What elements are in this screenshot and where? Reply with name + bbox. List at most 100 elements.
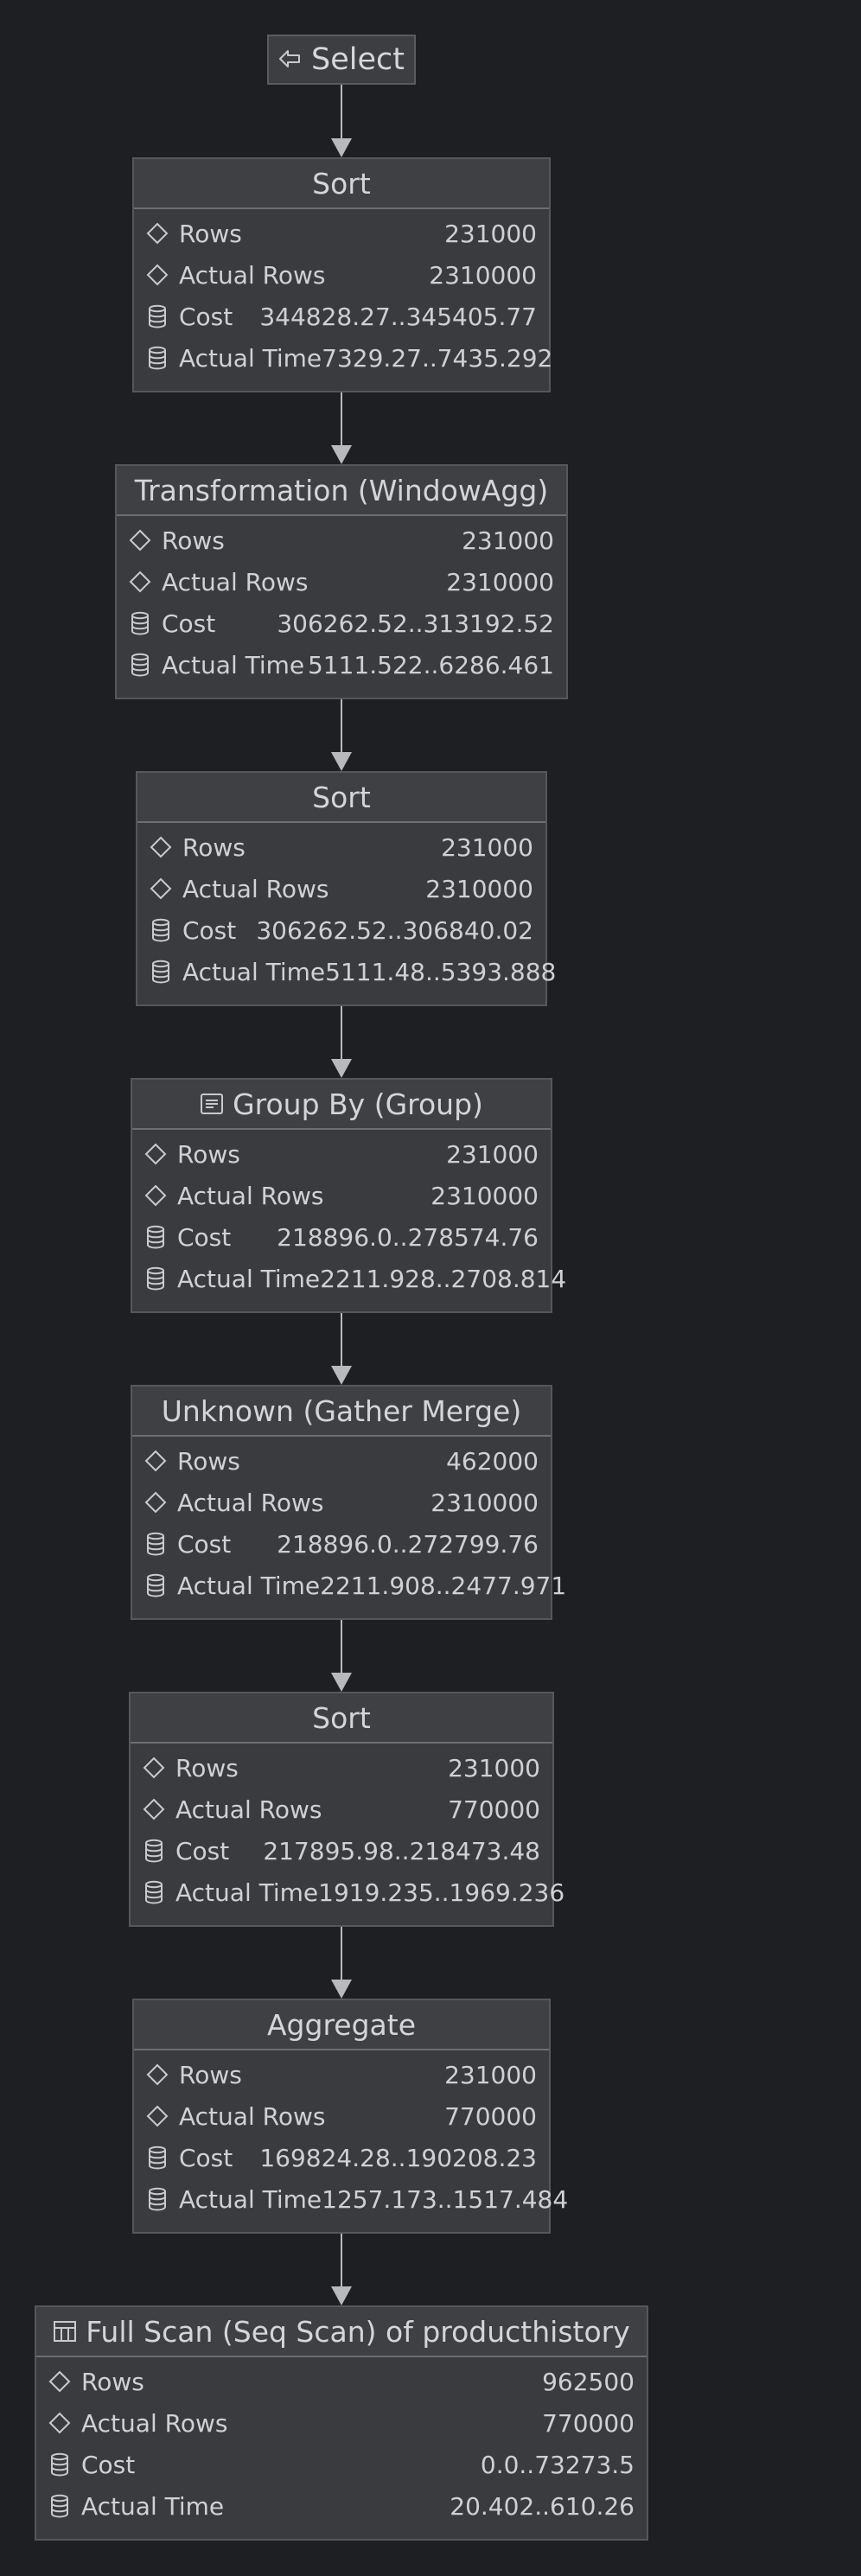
plan-node-sort-1[interactable]: Sort Rows 231000 Actual Rows 2310000 Cost 3448… — [132, 157, 552, 392]
database-icon — [143, 1224, 169, 1250]
stat-row: Cost 306262.52..306840.02 — [148, 909, 533, 951]
plan-node-title: Full Scan (Seq Scan) of producthistory — [86, 2314, 630, 2349]
plan-node-header: Unknown (Gather Merge) — [132, 1387, 551, 1437]
stat-row: Actual Time 1919.235..1969.236 — [141, 1871, 564, 1913]
plan-node-header: Aggregate — [134, 2000, 549, 2050]
stat-label-group: Rows — [127, 526, 225, 555]
stat-label: Rows — [81, 2367, 144, 2396]
database-icon — [47, 2493, 73, 2519]
stat-label: Actual Time — [81, 2491, 225, 2521]
stat-label-group: Actual Time — [143, 1265, 320, 1293]
stat-label-group: Actual Time — [148, 958, 325, 986]
stat-value: 962500 — [542, 2367, 635, 2396]
stat-value: 218896.0..278574.76 — [277, 1222, 539, 1252]
stat-label: Cost — [81, 2450, 136, 2479]
edge-arrowhead — [331, 1673, 352, 1692]
plan-node-seq-scan[interactable]: Full Scan (Seq Scan) of producthistory Ro… — [35, 2305, 648, 2541]
stat-value: 2310000 — [446, 567, 554, 596]
stat-label: Cost — [175, 1836, 230, 1865]
stat-value: 231000 — [441, 832, 533, 862]
plan-node-group-by[interactable]: Group By (Group) Rows 231000 Actual Rows 231… — [131, 1078, 566, 1313]
stat-value: 2211.928..2708.814 — [320, 1264, 567, 1293]
stat-label: Actual Rows — [162, 567, 309, 596]
diamond-icon — [144, 2103, 170, 2129]
stat-label: Actual Rows — [179, 260, 326, 290]
diamond-icon — [127, 569, 153, 595]
diamond-icon — [148, 876, 174, 902]
database-icon — [144, 2186, 170, 2212]
stat-value: 217895.98..218473.48 — [263, 1836, 540, 1865]
stat-label-group: Cost — [148, 916, 236, 945]
stat-label-group: Cost — [127, 609, 215, 638]
plan-node-header: Sort — [134, 159, 549, 209]
stat-label-group: Actual Rows — [143, 1489, 323, 1517]
plan-node-windowagg[interactable]: Transformation (WindowAgg) Rows 231000 Actu… — [115, 464, 568, 699]
select-arrow-icon — [278, 46, 301, 74]
plan-node-stats: Rows 231000 Actual Rows 2310000 Cost 306262.5… — [117, 516, 566, 689]
stat-value: 306262.52..306840.02 — [256, 915, 533, 945]
stat-row: Cost 169824.28..190208.23 — [144, 2137, 537, 2178]
plan-node-gather-merge[interactable]: Unknown (Gather Merge) Rows 462000 Actual R… — [131, 1385, 566, 1620]
stat-row: Cost 344828.27..345405.77 — [144, 296, 537, 337]
plan-node-stats: Rows 231000 Actual Rows 2310000 Cost 344828.2… — [134, 209, 552, 382]
stat-label-group: Actual Time — [144, 344, 322, 373]
stat-value: 2310000 — [429, 260, 537, 290]
stat-value: 2310000 — [425, 874, 533, 903]
stat-row: Actual Rows 770000 — [47, 2402, 635, 2444]
plan-node-stats: Rows 231000 Actual Rows 770000 Cost 169824.28… — [134, 2050, 568, 2223]
diamond-icon — [47, 2410, 73, 2436]
stat-label-group: Rows — [141, 1754, 239, 1782]
stat-value: 1257.173..1517.484 — [322, 2184, 569, 2214]
stat-label: Actual Time — [179, 343, 322, 373]
stat-label-group: Cost — [141, 1837, 229, 1865]
stat-value: 218896.0..272799.76 — [277, 1529, 539, 1559]
stat-label-group: Cost — [143, 1530, 231, 1559]
stat-label: Actual Time — [162, 650, 305, 679]
plan-node-stats: Rows 231000 Actual Rows 2310000 Cost 306262.5… — [137, 823, 556, 996]
plan-node-title: Sort — [312, 1700, 371, 1735]
plan-node-stats: Rows 231000 Actual Rows 770000 Cost 217895.98… — [131, 1744, 564, 1916]
stat-label: Actual Time — [179, 2184, 322, 2214]
edge-arrowhead — [331, 752, 352, 771]
plan-node-aggregate[interactable]: Aggregate Rows 231000 Actual Rows 770000 Cost… — [132, 1999, 568, 2234]
stat-row: Actual Time 2211.908..2477.971 — [143, 1565, 566, 1606]
database-icon — [148, 917, 174, 943]
diamond-icon — [143, 1448, 169, 1474]
plan-node-title: Unknown (Gather Merge) — [161, 1393, 522, 1428]
plan-node-sort-3[interactable]: Sort Rows 231000 Actual Rows 770000 Cost 21789… — [129, 1692, 564, 1927]
stat-value: 770000 — [448, 1795, 540, 1824]
diamond-icon — [143, 1183, 169, 1208]
plan-node-title: Aggregate — [266, 2007, 417, 2042]
stat-row: Rows 962500 — [47, 2361, 635, 2402]
diamond-icon — [143, 1489, 169, 1515]
stat-row: Actual Time 1257.173..1517.484 — [144, 2178, 568, 2220]
stat-value: 7329.27..7435.292 — [322, 343, 553, 373]
stat-label-group: Rows — [47, 2368, 144, 2396]
database-icon — [127, 610, 153, 636]
select-node[interactable]: Select — [267, 35, 416, 85]
group-list-icon — [200, 1093, 224, 1115]
stat-label: Cost — [182, 915, 237, 945]
stat-row: Rows 231000 — [141, 1747, 540, 1789]
stat-row: Actual Time 2211.928..2708.814 — [143, 1258, 566, 1299]
stat-label: Actual Rows — [175, 1795, 322, 1824]
stat-row: Actual Rows 2310000 — [127, 561, 554, 603]
stat-label: Cost — [179, 302, 233, 331]
stat-value: 231000 — [462, 526, 554, 555]
stat-row: Actual Time 5111.48..5393.888 — [148, 951, 556, 992]
plan-node-title: Group By (Group) — [233, 1087, 483, 1121]
plan-node-header: Group By (Group) — [132, 1080, 551, 1130]
diamond-icon — [143, 1141, 169, 1167]
plan-node-sort-2[interactable]: Sort Rows 231000 Actual Rows 2310000 Cost 3062… — [136, 771, 556, 1006]
stat-label-group: Actual Time — [144, 2185, 322, 2214]
stat-row: Actual Time 7329.27..7435.292 — [144, 337, 552, 379]
database-icon — [143, 1572, 169, 1598]
stat-value: 1919.235..1969.236 — [318, 1878, 565, 1907]
stat-label: Actual Rows — [177, 1488, 324, 1517]
stat-label-group: Rows — [143, 1447, 240, 1476]
database-icon — [143, 1266, 169, 1291]
stat-value: 2310000 — [430, 1488, 539, 1517]
plan-node-header: Transformation (WindowAgg) — [117, 466, 566, 516]
stat-row: Rows 231000 — [127, 520, 554, 561]
edge-arrowhead — [331, 1366, 352, 1385]
